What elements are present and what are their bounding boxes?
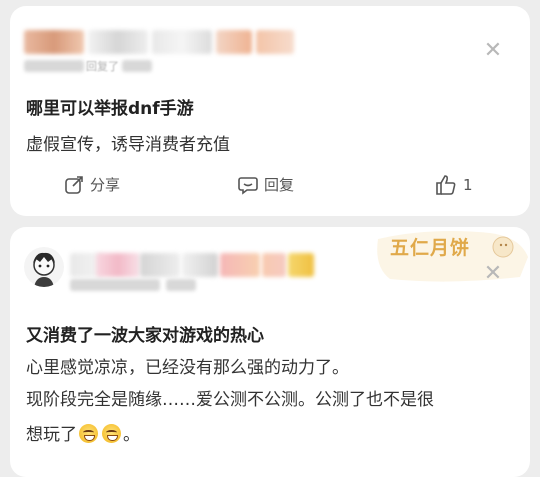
comment-body-line: 虚假宣传，诱导消费者充值: [26, 135, 230, 155]
trailing-punct: 。: [123, 425, 140, 445]
share-label: 分享: [90, 176, 121, 194]
comment-card: 五仁月饼 ✕ 又消费了一波大家对游戏的热心 心里感觉凉凉，已经没有那么强的动力了…: [10, 227, 530, 477]
like-icon: [436, 175, 456, 195]
comment-title: 哪里可以举报dnf手游: [26, 99, 194, 119]
comment-title: 又消费了一波大家对游戏的热心: [26, 326, 264, 346]
sticker-badge: 五仁月饼: [370, 227, 530, 287]
close-icon[interactable]: ✕: [482, 263, 504, 285]
sticker-text: 五仁月饼: [390, 237, 471, 259]
meta-blurred: [122, 60, 152, 72]
meta-blurred: [70, 279, 160, 291]
meta-blurred: [166, 279, 196, 291]
comment-body-line: 心里感觉凉凉，已经没有那么强的动力了。: [26, 358, 349, 378]
comment-body-line: 现阶段完全是随缘……爱公测不公测。公测了也不是很: [26, 390, 434, 410]
reply-button[interactable]: 回复: [238, 174, 294, 195]
grin-emoji: [102, 424, 121, 443]
like-button[interactable]: 1: [435, 174, 473, 196]
meta-text: 回复了: [86, 60, 119, 73]
comment-card: 回复了 ✕ 哪里可以举报dnf手游 虚假宣传，诱导消费者充值 分享 回复 1: [10, 6, 530, 216]
comment-body-line-last: 想玩了 。: [26, 420, 140, 445]
comment-body-text: 想玩了: [26, 425, 77, 445]
meta-blurred: [24, 60, 84, 72]
reply-icon: [238, 176, 258, 195]
reply-label: 回复: [264, 176, 295, 194]
close-icon[interactable]: ✕: [482, 40, 504, 62]
share-button[interactable]: 分享: [64, 174, 120, 195]
grin-emoji: [79, 424, 98, 443]
share-icon: [65, 175, 83, 194]
avatar[interactable]: [24, 247, 64, 287]
like-count: 1: [463, 176, 473, 194]
